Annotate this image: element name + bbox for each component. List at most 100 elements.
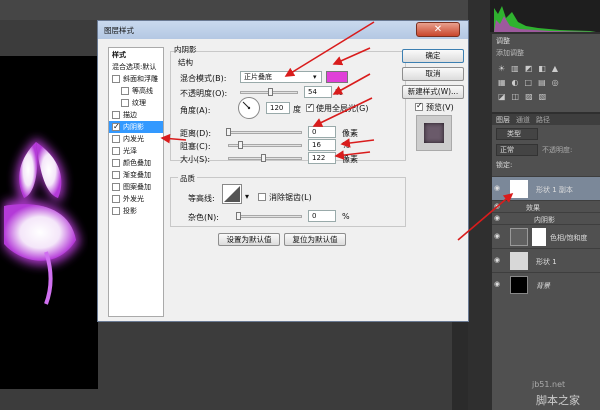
layer-name: 色相/饱和度 bbox=[550, 234, 588, 242]
style-item[interactable]: 描边 bbox=[109, 109, 163, 121]
histogram-panel bbox=[490, 0, 600, 32]
choke-field[interactable]: 16 bbox=[308, 139, 336, 151]
style-item[interactable]: 图案叠加 bbox=[109, 181, 163, 193]
style-item-label: 等高线 bbox=[132, 87, 153, 95]
blend-options-item[interactable]: 混合选项:默认 bbox=[109, 61, 163, 73]
blend-mode-select[interactable]: 正片叠底 ▾ bbox=[240, 71, 322, 83]
noise-field[interactable]: 0 bbox=[308, 210, 336, 222]
size-slider[interactable] bbox=[228, 154, 302, 162]
antialias-checkbox[interactable] bbox=[258, 193, 266, 201]
quality-title: 品质 bbox=[178, 173, 197, 184]
tab-layers[interactable]: 图层 bbox=[496, 115, 510, 125]
angle-field[interactable]: 120 bbox=[266, 102, 290, 114]
style-item[interactable]: 内发光 bbox=[109, 133, 163, 145]
choke-label: 阻塞(C): bbox=[180, 142, 211, 151]
slider-knob[interactable] bbox=[261, 154, 267, 162]
distance-label: 距离(D): bbox=[180, 129, 212, 138]
style-item[interactable]: 投影 bbox=[109, 205, 163, 217]
style-item[interactable]: 渐变叠加 bbox=[109, 169, 163, 181]
eye-icon[interactable]: ◉ bbox=[494, 232, 500, 240]
close-button[interactable]: ✕ bbox=[416, 22, 460, 37]
contour-preview[interactable] bbox=[222, 184, 242, 204]
layer-kind-filter[interactable]: 类型 bbox=[496, 128, 538, 140]
layer-row-hue-saturation[interactable]: ◉ 色相/饱和度 bbox=[492, 224, 600, 249]
layer-row-shape-copy[interactable]: ◉ 形状 1 副本 bbox=[492, 176, 600, 201]
set-default-button[interactable]: 设置为默认值 bbox=[218, 233, 280, 246]
style-item-label: 内发光 bbox=[123, 135, 144, 143]
eye-icon[interactable]: ◉ bbox=[494, 280, 500, 288]
style-item-label: 纹理 bbox=[132, 99, 146, 107]
adjustment-icons-row-1[interactable]: ☀▥◩◧▲ bbox=[498, 64, 588, 74]
global-light-checkbox[interactable]: ✓ bbox=[306, 102, 314, 112]
ok-button[interactable]: 确定 bbox=[402, 49, 464, 63]
eye-icon[interactable]: ◉ bbox=[494, 214, 500, 222]
style-item[interactable]: 光泽 bbox=[109, 145, 163, 157]
style-item[interactable]: 颜色叠加 bbox=[109, 157, 163, 169]
style-item[interactable]: 斜面和浮雕 bbox=[109, 73, 163, 85]
layer-lock-label: 锁定: bbox=[496, 161, 513, 169]
preview-label: 预览(V) bbox=[426, 103, 454, 112]
angle-unit: 度 bbox=[293, 105, 301, 114]
document-canvas[interactable] bbox=[0, 56, 98, 389]
adjustments-tab[interactable]: 调整 bbox=[496, 36, 510, 46]
adjustment-icons-row-3[interactable]: ◪◫▨▧ bbox=[498, 92, 588, 102]
opacity-field[interactable]: 54 bbox=[304, 86, 332, 98]
eye-icon[interactable]: ◉ bbox=[494, 184, 500, 192]
style-preview-swatch bbox=[416, 115, 452, 151]
slider-knob[interactable] bbox=[226, 128, 231, 136]
layer-row-background[interactable]: ◉ 背景 bbox=[492, 272, 600, 297]
cancel-button[interactable]: 取消 bbox=[402, 67, 464, 81]
shadow-color-swatch[interactable] bbox=[326, 71, 348, 83]
layer-row-shape[interactable]: ◉ 形状 1 bbox=[492, 248, 600, 273]
tab-channels[interactable]: 通道 bbox=[516, 115, 530, 125]
layer-name: 形状 1 bbox=[536, 258, 557, 266]
chevron-down-icon[interactable]: ▾ bbox=[245, 192, 249, 201]
dialog-title: 图层样式 bbox=[104, 26, 134, 35]
style-checkbox[interactable] bbox=[121, 99, 129, 107]
style-item[interactable]: ✓ 内阴影 bbox=[109, 121, 163, 133]
style-checkbox[interactable] bbox=[112, 207, 120, 215]
style-item[interactable]: 外发光 bbox=[109, 193, 163, 205]
style-checkbox[interactable] bbox=[112, 147, 120, 155]
preview-square bbox=[424, 123, 444, 143]
preview-checkbox[interactable]: ✓ bbox=[415, 101, 423, 111]
layer-name: 背景 bbox=[536, 282, 550, 290]
distance-field[interactable]: 0 bbox=[308, 126, 336, 138]
style-item-label: 内阴影 bbox=[123, 123, 144, 131]
eye-icon[interactable]: ◉ bbox=[494, 256, 500, 264]
reset-default-button[interactable]: 复位为默认值 bbox=[284, 233, 346, 246]
style-checkbox[interactable] bbox=[112, 171, 120, 179]
style-checkbox[interactable] bbox=[112, 111, 120, 119]
opacity-slider[interactable] bbox=[240, 88, 298, 96]
style-list-header[interactable]: 样式 bbox=[109, 49, 163, 61]
style-item[interactable]: 等高线 bbox=[109, 85, 163, 97]
layer-blend-mode-select[interactable]: 正常 bbox=[496, 144, 538, 156]
size-field[interactable]: 122 bbox=[308, 152, 336, 164]
new-style-button[interactable]: 新建样式(W)... bbox=[402, 85, 464, 99]
style-checkbox[interactable] bbox=[112, 183, 120, 191]
distance-slider[interactable] bbox=[226, 128, 302, 136]
adjustment-icons-row-2[interactable]: ▦◐□▤◎ bbox=[498, 78, 588, 88]
tab-paths[interactable]: 路径 bbox=[536, 115, 550, 125]
slider-knob[interactable] bbox=[236, 212, 241, 220]
eye-icon[interactable]: ◉ bbox=[494, 202, 500, 210]
angle-dial[interactable] bbox=[238, 97, 260, 119]
options-bar bbox=[0, 0, 468, 20]
contour-label: 等高线: bbox=[188, 194, 215, 203]
style-checkbox[interactable] bbox=[112, 195, 120, 203]
style-checkbox[interactable]: ✓ bbox=[112, 122, 120, 131]
noise-slider[interactable] bbox=[236, 212, 302, 220]
dialog-titlebar[interactable]: 图层样式 ✕ bbox=[98, 21, 468, 39]
style-checkbox[interactable] bbox=[112, 135, 120, 143]
style-checkbox[interactable] bbox=[112, 75, 120, 83]
slider-knob[interactable] bbox=[237, 141, 243, 149]
style-item-label: 图案叠加 bbox=[123, 183, 151, 191]
noise-label: 杂色(N): bbox=[188, 213, 219, 222]
style-checkbox[interactable] bbox=[112, 159, 120, 167]
style-item[interactable]: 纹理 bbox=[109, 97, 163, 109]
watermark-url: jb51.net bbox=[532, 380, 566, 389]
style-checkbox[interactable] bbox=[121, 87, 129, 95]
choke-unit: % bbox=[342, 141, 350, 150]
slider-knob[interactable] bbox=[268, 88, 274, 96]
choke-slider[interactable] bbox=[228, 141, 302, 149]
